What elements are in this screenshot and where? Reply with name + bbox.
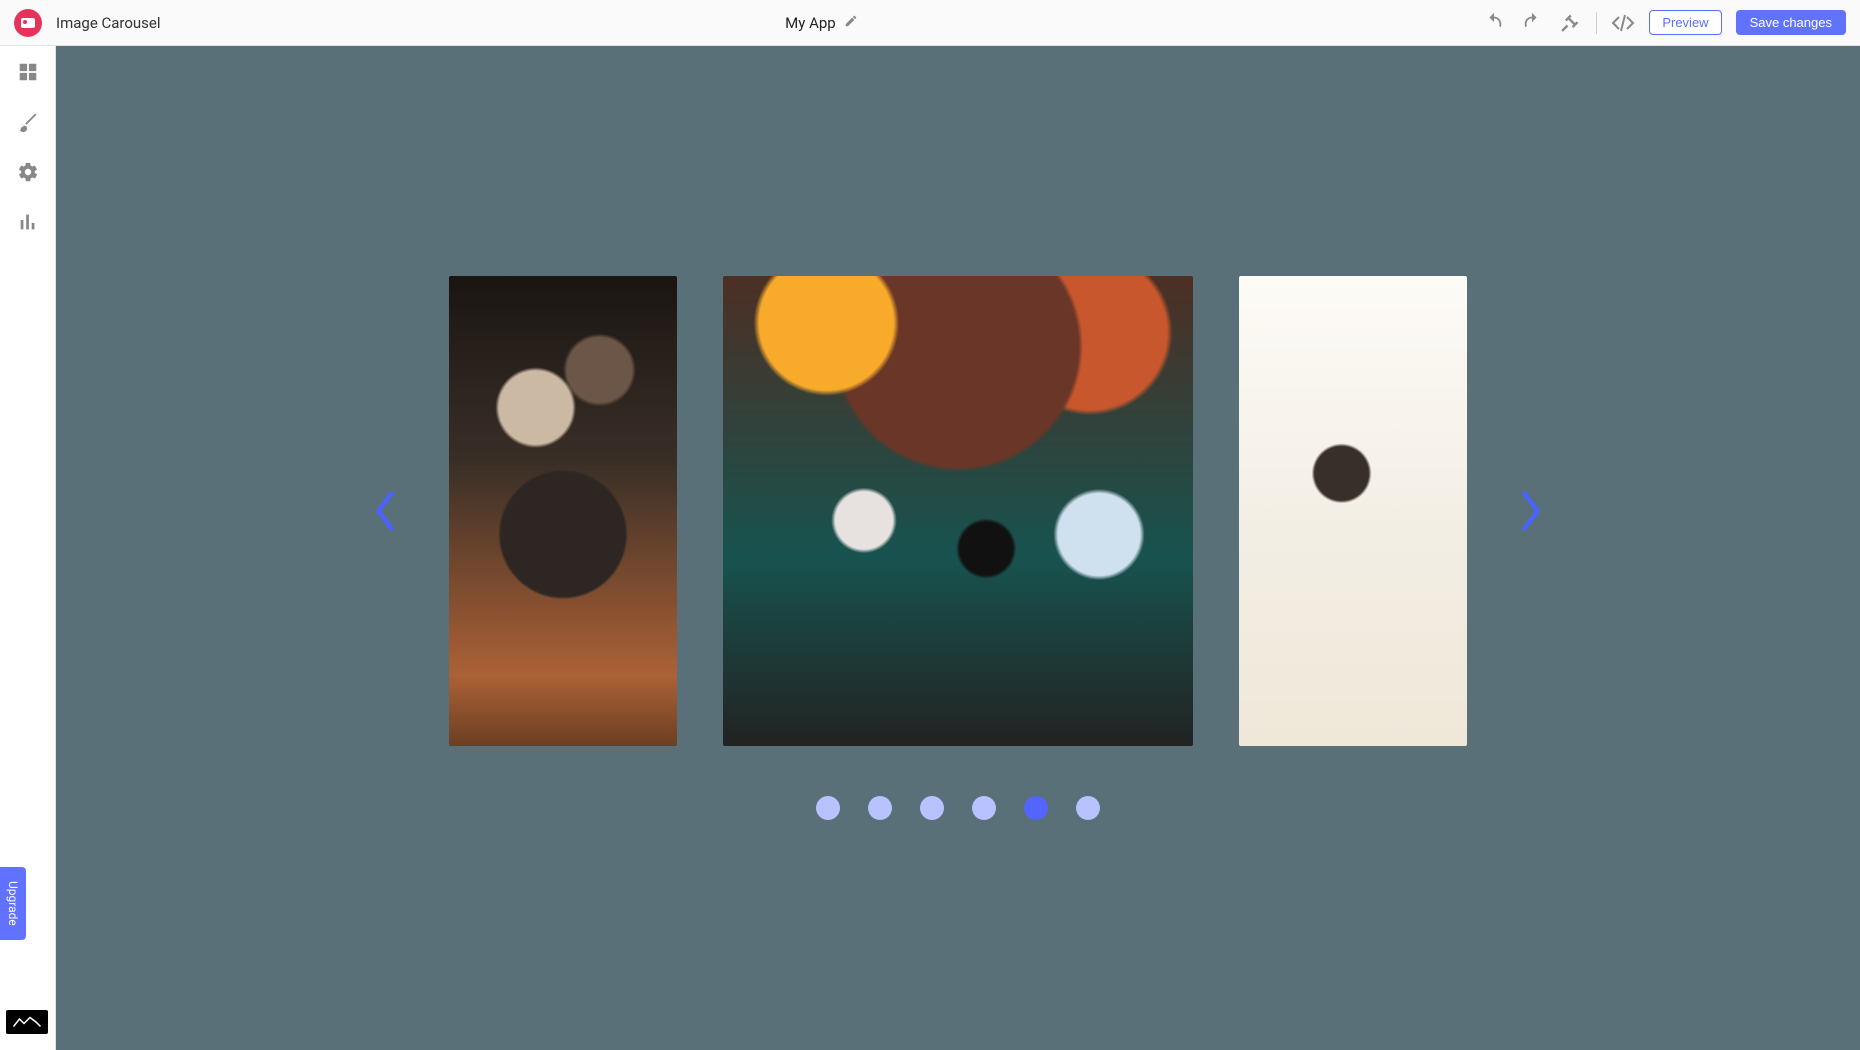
carousel-image	[723, 276, 1193, 746]
carousel-dot-2[interactable]	[920, 796, 944, 820]
carousel-prev-button[interactable]	[367, 487, 403, 535]
carousel-dot-0[interactable]	[816, 796, 840, 820]
carousel-slide-center[interactable]	[723, 276, 1193, 746]
preview-button[interactable]: Preview	[1649, 10, 1721, 35]
topbar: Image Carousel My App Preview Save chang…	[0, 0, 1860, 46]
app-icon[interactable]	[14, 9, 42, 37]
carousel-dot-5[interactable]	[1076, 796, 1100, 820]
app-name: My App	[785, 14, 836, 32]
carousel-dot-3[interactable]	[972, 796, 996, 820]
topbar-center: My App	[785, 13, 858, 32]
code-icon[interactable]	[1611, 11, 1635, 35]
redo-icon[interactable]	[1520, 12, 1544, 34]
carousel-slide-left[interactable]	[449, 276, 677, 746]
app-icon-glyph	[21, 18, 35, 28]
pencil-icon[interactable]	[844, 13, 858, 32]
layout-icon[interactable]	[16, 60, 40, 84]
hammer-icon[interactable]	[1558, 13, 1582, 33]
platform-badge[interactable]	[6, 1010, 48, 1034]
carousel-next-button[interactable]	[1513, 487, 1549, 535]
canvas	[56, 46, 1860, 1050]
save-changes-button[interactable]: Save changes	[1736, 10, 1846, 35]
carousel-image	[1239, 276, 1467, 746]
carousel-dot-4[interactable]	[1024, 796, 1048, 820]
main: Upgrade	[0, 46, 1860, 1050]
carousel-slide-right[interactable]	[1239, 276, 1467, 746]
topbar-left: Image Carousel	[14, 9, 161, 37]
page-title: Image Carousel	[56, 14, 161, 32]
carousel-image	[449, 276, 677, 746]
image-carousel	[318, 276, 1598, 820]
carousel-strip	[367, 276, 1549, 746]
carousel-dots	[816, 796, 1100, 820]
undo-icon[interactable]	[1482, 12, 1506, 34]
divider	[1596, 12, 1597, 34]
upgrade-tab[interactable]: Upgrade	[0, 867, 26, 940]
gear-icon[interactable]	[16, 160, 40, 184]
left-sidebar: Upgrade	[0, 46, 56, 1050]
analytics-icon[interactable]	[16, 210, 40, 234]
brush-icon[interactable]	[16, 110, 40, 134]
carousel-dot-1[interactable]	[868, 796, 892, 820]
topbar-right: Preview Save changes	[1482, 10, 1846, 35]
